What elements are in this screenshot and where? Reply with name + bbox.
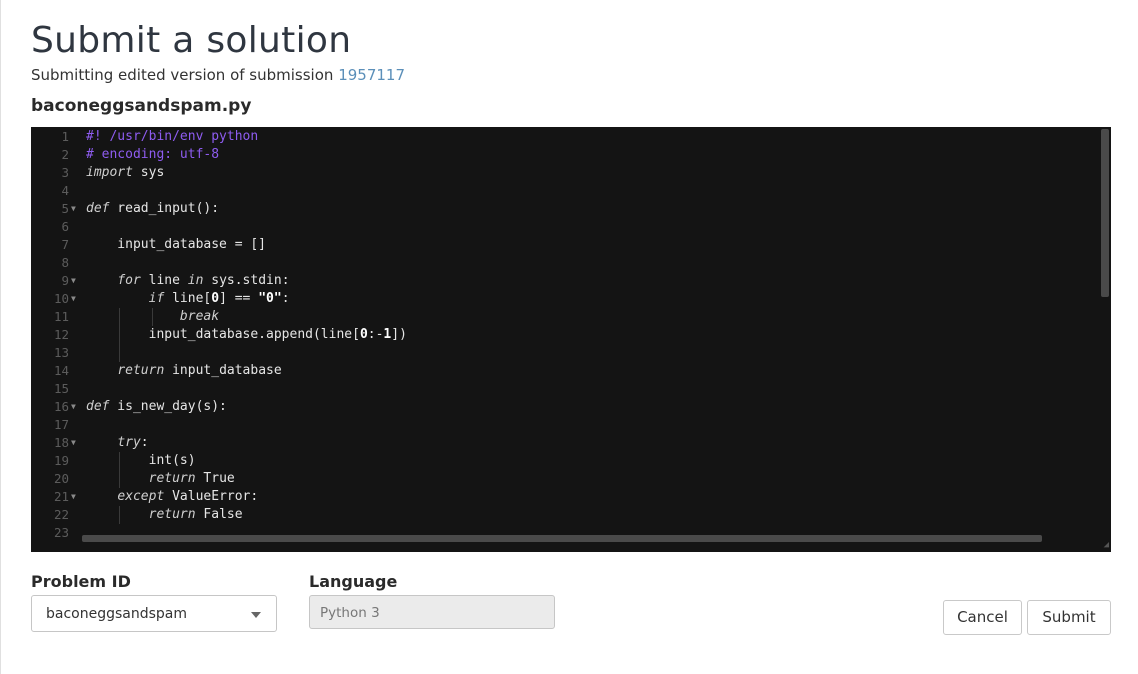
fold-arrow-icon[interactable]: ▼ [71, 200, 76, 218]
file-name: baconeggsandspam.py [31, 96, 252, 116]
code-text: try: [117, 435, 149, 450]
code-text: return True [148, 471, 235, 486]
resize-handle-icon[interactable]: ◢ [1104, 540, 1109, 550]
code-text: except ValueError: [117, 489, 259, 504]
line-number: 20 [53, 471, 69, 486]
line-number: 5 [61, 201, 69, 216]
page-title: Submit a solution [31, 20, 352, 61]
code-text: def is_new_day(s): [86, 399, 227, 414]
code-text: for line in sys.stdin: [117, 273, 290, 288]
code-text: input_database.append(line[0:-1]) [86, 327, 407, 342]
line-number: 9 [61, 273, 69, 288]
language-value: Python 3 [320, 605, 380, 621]
code-text: return input_database [117, 363, 282, 378]
indent-guide [119, 506, 121, 524]
line-number: 3 [61, 165, 69, 180]
fold-arrow-icon[interactable]: ▼ [71, 290, 76, 308]
code-text: import sys [86, 165, 165, 180]
line-number: 1 [61, 129, 69, 144]
fold-arrow-icon[interactable]: ▼ [71, 488, 76, 506]
vertical-scrollbar[interactable] [1101, 129, 1109, 297]
indent-guide [119, 452, 121, 488]
line-number: 11 [53, 309, 69, 324]
fold-arrow-icon[interactable]: ▼ [71, 398, 76, 416]
code-text: int(s) [86, 453, 196, 468]
line-number: 23 [53, 525, 69, 540]
fold-arrow-icon[interactable]: ▼ [71, 272, 76, 290]
problem-id-value: baconeggsandspam [46, 606, 188, 622]
line-number: 13 [53, 345, 69, 360]
line-number: 7 [61, 237, 69, 252]
code-text: # encoding: utf-8 [86, 147, 220, 162]
line-number: 19 [53, 453, 69, 468]
page-left-border [0, 0, 1, 674]
indent-guide [119, 308, 121, 362]
code-editor[interactable]: ◢ 1 #! /usr/bin/env python 2 # encoding: ut… [31, 127, 1111, 552]
line-number: 12 [53, 327, 69, 342]
line-number: 21 [53, 489, 69, 504]
fold-arrow-icon[interactable]: ▼ [71, 434, 76, 452]
line-number: 8 [61, 255, 69, 270]
code-text: if line[0] == "0": [148, 291, 290, 306]
code-text: return False [148, 507, 243, 522]
line-number: 10 [53, 291, 69, 306]
language-label: Language [309, 572, 398, 591]
problem-id-label: Problem ID [31, 572, 131, 591]
line-number: 17 [53, 417, 69, 432]
language-field: Python 3 [309, 595, 555, 629]
line-number: 15 [53, 381, 69, 396]
subtitle-text: Submitting edited version of submission [31, 66, 334, 84]
line-number: 14 [53, 363, 69, 378]
line-number: 2 [61, 147, 69, 162]
line-number: 22 [53, 507, 69, 522]
indent-guide [152, 308, 154, 326]
line-number: 6 [61, 219, 69, 234]
line-number: 18 [53, 435, 69, 450]
problem-id-select[interactable]: baconeggsandspam [31, 595, 277, 632]
subtitle: Submitting edited version of submission … [31, 66, 405, 84]
line-number: 4 [61, 183, 69, 198]
submission-link[interactable]: 1957117 [338, 66, 405, 84]
code-text: #! /usr/bin/env python [86, 129, 259, 144]
submit-button[interactable]: Submit [1027, 600, 1111, 635]
dropdown-caret-icon [251, 612, 261, 618]
horizontal-scrollbar[interactable] [82, 535, 1042, 542]
cancel-button[interactable]: Cancel [943, 600, 1022, 635]
code-text: input_database = [] [86, 237, 267, 252]
line-number: 16 [53, 399, 69, 414]
code-text: def read_input(): [86, 201, 220, 216]
